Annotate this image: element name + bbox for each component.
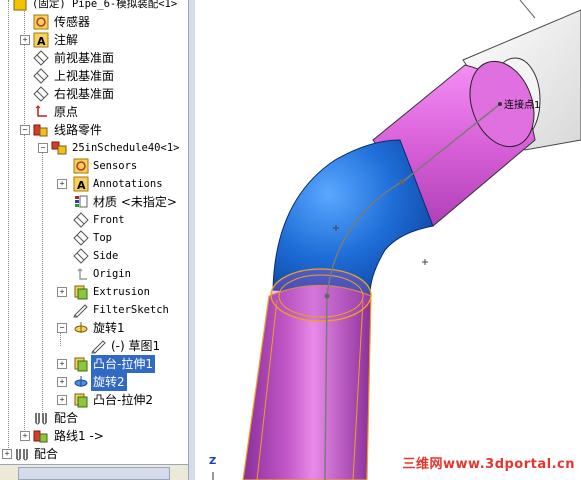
tree-line [42,148,43,412]
tree-label: Sensors [93,160,138,172]
expand-icon[interactable]: + [57,395,67,405]
tree-label: Annotations [93,178,163,190]
expand-icon[interactable]: + [57,377,67,387]
part-icon [51,141,67,155]
svg-text:A: A [77,179,86,192]
tree-label: 线路零件 [54,123,103,137]
tree-label: Top [93,232,112,244]
collapse-icon[interactable]: − [38,143,48,153]
mates-icon [35,413,47,425]
expand-icon[interactable]: + [2,449,12,459]
plane-icon [73,212,89,228]
route-parts-icon [33,124,48,137]
tree-label: Side [93,250,119,262]
origin-icon [35,105,47,117]
tree-label: 传感器 [54,15,91,29]
background-edge [519,0,536,19]
tree-label: 前视基准面 [54,51,115,65]
expand-icon[interactable]: + [57,287,67,297]
tree-label: 材质 <未指定> [93,195,177,209]
tree-label: (-) 草图1 [111,339,161,353]
tree-label-selected: 凸台-拉伸1 [91,355,155,373]
svg-text:A: A [37,35,46,48]
tree-label: 右视基准面 [54,87,115,101]
route-icon [33,430,48,443]
plane-icon [73,230,89,246]
sensor-icon [33,14,49,30]
tree-label: 注解 [54,33,79,47]
tree-label: 凸台-拉伸2 [93,393,153,407]
expand-icon[interactable]: + [20,35,30,45]
sensor-icon [73,158,89,174]
centerline-point [324,293,330,299]
connection-point-marker[interactable] [498,102,502,106]
watermark-text: 三维网www.3dportal.cn [402,457,575,472]
tree-label: 路线1 -> [54,429,104,443]
pipe-joint-ring-outer [270,268,372,322]
tree-line [8,0,9,456]
plane-icon [33,50,49,66]
collapse-icon[interactable]: − [20,125,30,135]
tree-label: 配合 [34,447,59,461]
part-icon [13,0,27,11]
extrude-icon [74,393,88,408]
tree-line [24,0,25,134]
connection-point-label: 连接点1 [504,100,541,111]
graphics-viewport[interactable]: 连接点1 Z 三维网www.3dportal.cn [195,0,581,480]
expand-icon[interactable]: + [57,179,67,189]
collapse-icon[interactable]: − [57,323,67,333]
tree-label: Origin [93,268,131,280]
pipe-model-view [212,0,581,480]
triad-z-label: Z [209,456,217,467]
tree-label: 旋转1 [93,321,125,335]
tree-label: 配合 [54,411,79,425]
expand-icon[interactable]: + [20,431,30,441]
mates-icon [16,449,28,461]
tree-label: 原点 [54,105,79,119]
revolve-icon [74,322,88,333]
centerline-point [399,179,405,185]
tree-label: Front [93,214,125,226]
horizontal-scrollbar[interactable] [0,464,188,480]
plane-icon [33,68,49,84]
annotation-icon: A [73,176,89,192]
revolve-icon [74,376,88,387]
tree-label: 25inSchedule40<1> [72,142,180,154]
extrude-icon [74,357,88,372]
annotation-icon: A [33,32,49,48]
tree-label: 上视基准面 [54,69,115,83]
sketch-icon [91,340,106,354]
tree-label: Extrusion [93,286,150,298]
tree-label: FilterSketch [93,304,169,316]
tree-label: (固定) Pipe_6-模拟装配<1> [32,0,178,10]
feature-manager-tree: (固定) Pipe_6-模拟装配<1> 传感器 + A 注解 前视基准面 上视基… [0,0,188,480]
scrollbar-thumb[interactable] [18,467,170,480]
extrude-icon [74,285,88,300]
material-icon [75,195,88,208]
origin-icon [77,268,87,280]
tree-label-selected: 旋转2 [91,373,127,391]
plane-icon [73,248,89,264]
tree-line [24,134,25,440]
plane-icon [33,86,49,102]
crosshair-marker [422,259,428,265]
expand-icon[interactable]: + [57,359,67,369]
sketch-icon [73,304,88,318]
